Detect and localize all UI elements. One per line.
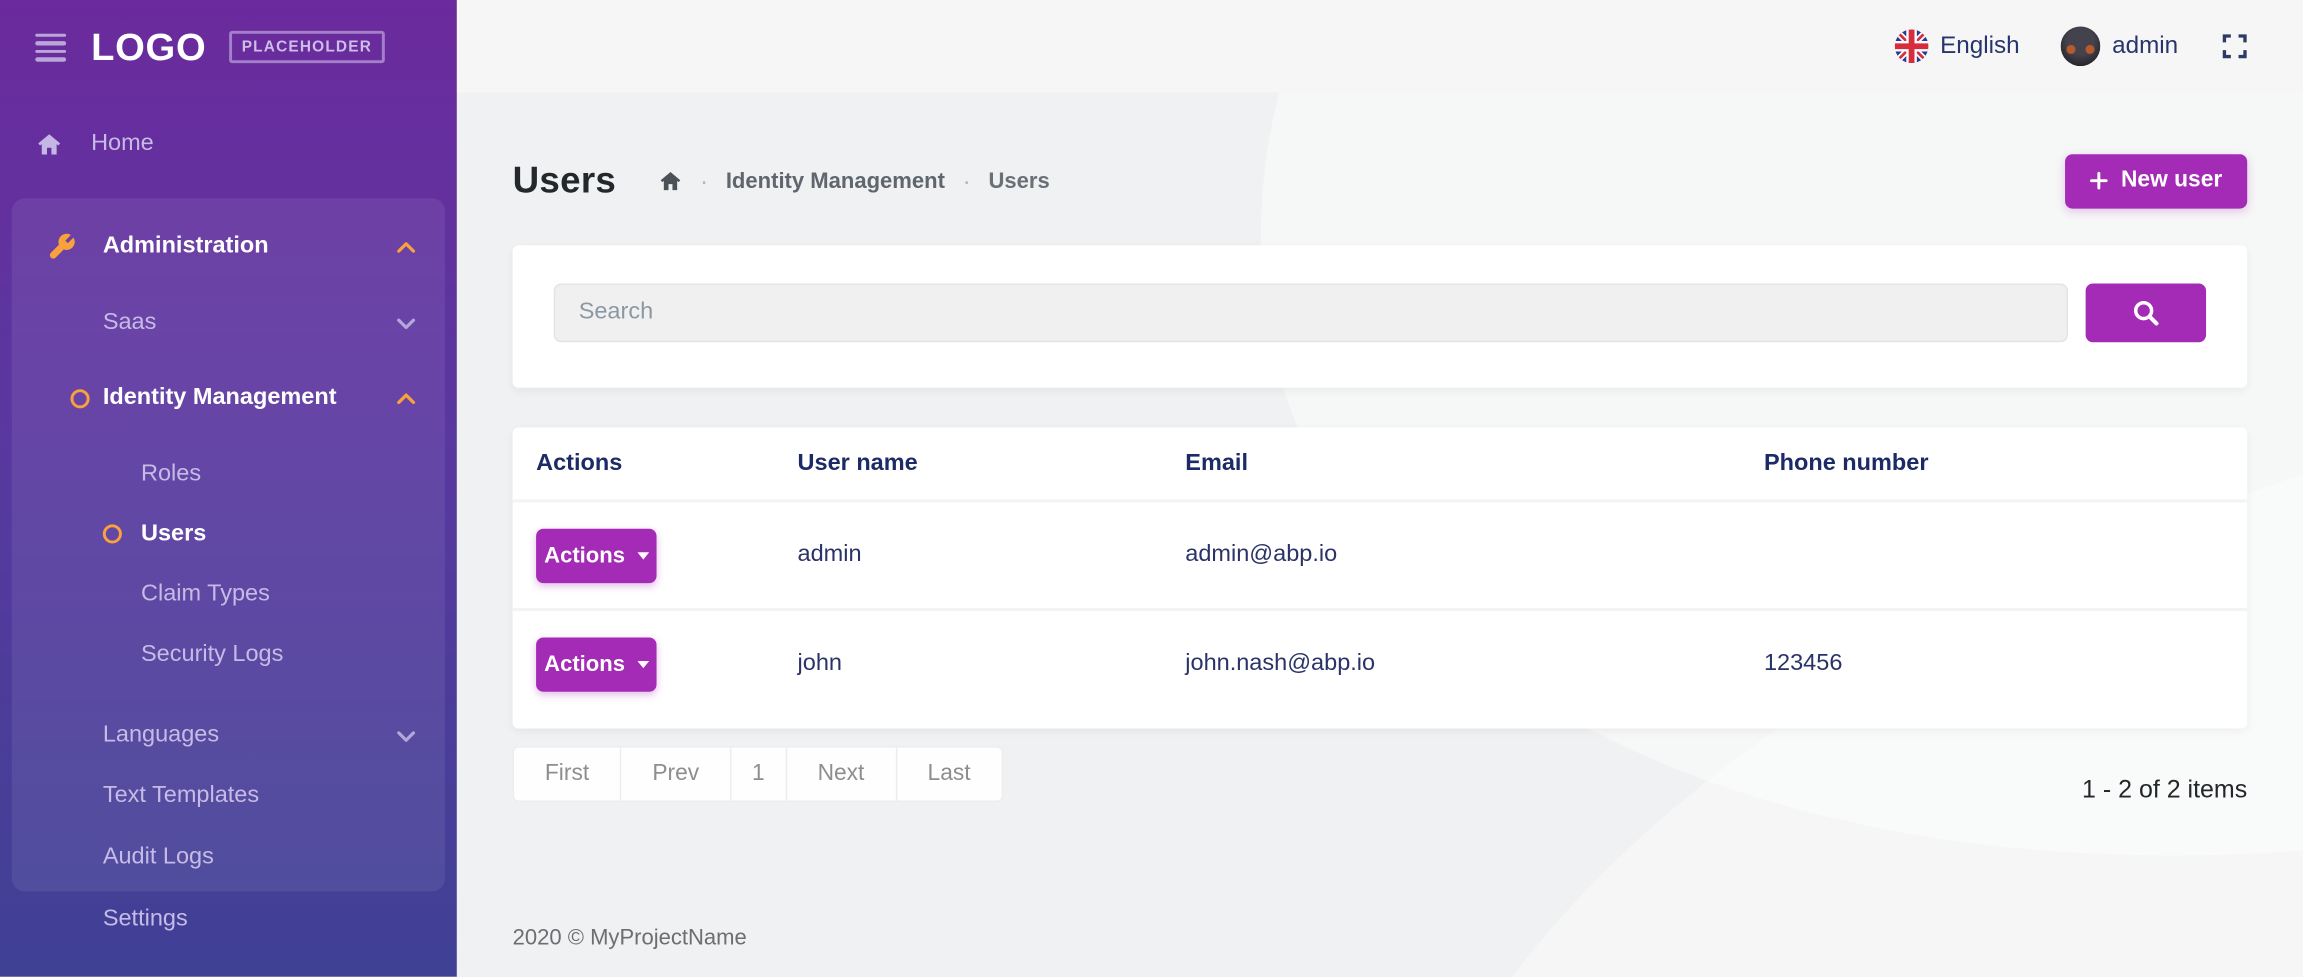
sidebar-item-settings[interactable]: Settings [12,889,445,951]
caret-down-icon [637,660,649,667]
new-user-button[interactable]: New user [2065,153,2247,207]
sidebar: LOGO PLACEHOLDER Home Administration [0,0,457,977]
users-table: Actions User name Email Phone number Act… [513,427,2248,728]
language-selector[interactable]: English [1895,29,2020,63]
pagination-row: First Prev 1 Next Last 1 - 2 of 2 items [513,746,2248,805]
pagination-next-button[interactable]: Next [785,746,896,802]
chevron-down-icon [397,317,416,330]
fullscreen-button[interactable] [2219,31,2250,62]
sidebar-item-saas[interactable]: Saas [12,294,445,353]
chevron-up-icon [397,391,416,404]
chevron-up-icon [397,240,416,253]
footer-copyright: 2020 © MyProjectName [513,925,747,950]
pagination-prev-button[interactable]: Prev [620,746,731,802]
sidebar-item-security-logs[interactable]: Security Logs [12,624,445,684]
page-title: Users [513,159,617,202]
cell-email: admin@abp.io [1185,542,1764,568]
logo[interactable]: LOGO [91,24,206,70]
language-label: English [1940,32,2019,60]
cell-phone: 123456 [1764,651,2224,677]
page-header: Users · Identity Management · Users New … [513,140,2248,222]
wrench-icon [47,232,103,261]
breadcrumb-separator: · [963,168,971,193]
sidebar-item-administration[interactable]: Administration [12,216,445,278]
search-button[interactable] [2086,283,2206,342]
sidebar-item-languages[interactable]: Languages [12,706,445,765]
search-input[interactable] [554,283,2068,342]
cell-username: admin [798,542,1186,568]
logo-placeholder-badge: PLACEHOLDER [228,31,385,63]
home-icon [35,130,91,158]
sidebar-item-label: Languages [103,723,219,749]
row-actions-button[interactable]: Actions [536,528,656,582]
breadcrumb-home-link[interactable] [657,168,682,193]
search-icon [2131,298,2160,327]
app-root: LOGO PLACEHOLDER Home Administration [0,0,2303,977]
column-header-email: Email [1185,450,1764,476]
circle-bullet-icon [103,524,141,543]
breadcrumb: · Identity Management · Users [657,168,1050,193]
breadcrumb-current: Users [989,168,1050,193]
brand-bar: LOGO PLACEHOLDER [0,0,457,94]
home-icon [657,168,682,193]
sidebar-item-label: Saas [103,310,157,336]
breadcrumb-separator: · [700,168,708,193]
column-header-username: User name [798,450,1186,476]
fullscreen-icon [2219,31,2250,62]
menu-toggle-button[interactable] [32,27,69,67]
sidebar-item-users[interactable]: Users [12,504,445,564]
sidebar-item-home[interactable]: Home [0,115,457,174]
column-header-phone: Phone number [1764,450,2224,476]
pagination-last-button[interactable]: Last [895,746,1003,802]
main-content: English admin Users · Identity Managemen… [457,0,2303,977]
pagination-page-1-button[interactable]: 1 [730,746,787,802]
column-header-actions: Actions [536,450,797,476]
sidebar-item-audit-logs[interactable]: Audit Logs [12,827,445,889]
table-row: Actions admin admin@abp.io [513,499,2248,608]
sidebar-item-label: Administration [103,234,269,260]
topbar: English admin [457,0,2303,93]
sidebar-item-label: Audit Logs [103,845,214,871]
table-header-row: Actions User name Email Phone number [513,427,2248,499]
sidebar-item-claim-types[interactable]: Claim Types [12,564,445,624]
circle-bullet-icon [47,388,103,407]
user-menu[interactable]: admin [2061,26,2178,66]
sidebar-item-label: Claim Types [141,581,270,607]
username-label: admin [2112,32,2178,60]
sidebar-item-roles[interactable]: Roles [12,444,445,504]
sidebar-item-label: Identity Management [103,385,337,411]
sidebar-item-label: Roles [141,460,201,486]
sidebar-item-label: Home [91,131,154,157]
sidebar-item-label: Security Logs [141,641,283,667]
row-actions-button[interactable]: Actions [536,637,656,691]
administration-group-panel: Administration Saas Identity Management [12,198,445,891]
pagination-first-button[interactable]: First [513,746,622,802]
sidebar-item-label: Users [141,521,206,547]
breadcrumb-parent: Identity Management [726,168,945,193]
pagination: First Prev 1 Next Last [513,746,1003,802]
sidebar-item-label: Settings [103,906,188,932]
avatar [2061,26,2101,66]
sidebar-item-identity-management[interactable]: Identity Management [12,369,445,428]
caret-down-icon [637,552,649,559]
cell-email: john.nash@abp.io [1185,651,1764,677]
uk-flag-icon [1895,29,1929,63]
items-summary: 1 - 2 of 2 items [2082,776,2247,805]
sidebar-item-label: Text Templates [103,783,259,809]
plus-icon [2090,172,2108,190]
table-row: Actions john john.nash@abp.io 123456 [513,608,2248,717]
hamburger-icon [35,33,66,37]
cell-username: john [798,651,1186,677]
search-panel [513,245,2248,387]
chevron-down-icon [397,729,416,742]
sidebar-item-text-templates[interactable]: Text Templates [12,765,445,827]
